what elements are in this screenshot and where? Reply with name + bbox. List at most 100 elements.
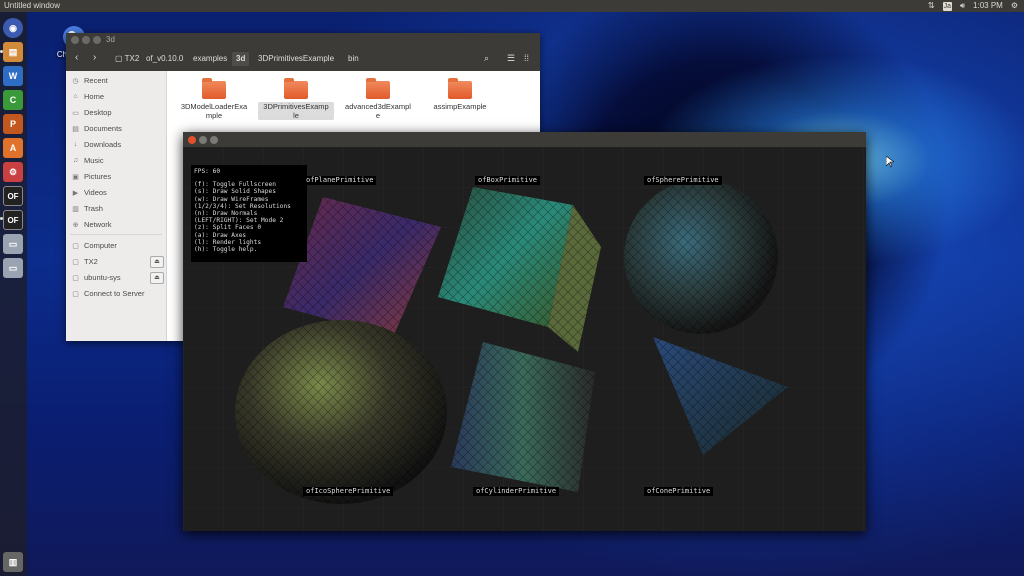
trash-icon[interactable]: ▥ (3, 552, 23, 572)
file-manager-toolbar: ‹ › ▢ TX2 of_v0.10.0 examples 3d 3DPrimi… (66, 47, 540, 71)
folder-icon (284, 78, 308, 99)
forward-arrow-icon[interactable]: › (93, 52, 96, 63)
sidebar-item-recent[interactable]: ◷ Recent (72, 76, 107, 85)
sidebar-item-trash[interactable]: ▥ Trash (72, 204, 103, 213)
volume-icon[interactable]: 🔊︎ (960, 0, 965, 12)
calc-icon[interactable]: C (3, 90, 23, 110)
downloads-icon: ↓ (73, 141, 78, 148)
sidebar-item-tx2[interactable]: ▢ TX2 (72, 257, 98, 266)
openframeworks-icon[interactable]: OF (3, 186, 23, 206)
sidebar-item-music[interactable]: ♫ Music (72, 156, 104, 165)
folder-icon (202, 78, 226, 99)
eject-icon[interactable]: ⏏ (150, 256, 164, 268)
gear-icon[interactable]: ⚙ (1011, 0, 1018, 12)
help-line: (l): Render lights (194, 238, 262, 246)
help-line: (n): Draw Normals (194, 210, 258, 218)
drive-icon: ▢ (72, 258, 79, 266)
sidebar-item-videos[interactable]: ▶ Videos (72, 188, 107, 197)
close-button[interactable] (71, 36, 79, 44)
folder-icon (366, 78, 390, 99)
help-overlay: FPS: 60 (f): Toggle Fullscreen (s): Draw… (191, 165, 307, 262)
server-icon: ▢ (72, 290, 79, 298)
network-icon: ⊕ (72, 221, 79, 229)
folder-item[interactable]: advanced3dExampl e (340, 77, 416, 120)
recent-icon: ◷ (72, 77, 79, 85)
breadcrumb-bin[interactable]: bin (346, 54, 361, 63)
folder-icon (448, 78, 472, 99)
minimize-button[interactable] (82, 36, 90, 44)
sidebar-item-documents[interactable]: ▤ Documents (72, 124, 122, 133)
sidebar-item-ubuntu-sys[interactable]: ▢ ubuntu-sys (72, 273, 121, 282)
writer-icon[interactable]: W (3, 66, 23, 86)
sidebar-item-desktop[interactable]: ▭ Desktop (72, 108, 111, 117)
help-line: (s): Draw Solid Shapes (194, 188, 276, 196)
network-icon[interactable]: ⇅ (928, 0, 935, 12)
breadcrumb-tx2[interactable]: ▢ TX2 (113, 54, 141, 63)
folder-item[interactable]: assimpExample (422, 77, 498, 111)
label-box-primitive: ofBoxPrimitive (475, 176, 541, 185)
running-indicator (0, 217, 3, 220)
back-arrow-icon[interactable]: ‹ (75, 52, 78, 63)
help-line: (a): Draw Axes (194, 231, 247, 239)
breadcrumb-examples[interactable]: examples (191, 54, 229, 63)
breadcrumb-of[interactable]: of_v0.10.0 (144, 54, 185, 63)
breadcrumb-3d[interactable]: 3d (232, 52, 250, 66)
sidebar-item-pictures[interactable]: ▣ Pictures (72, 172, 111, 181)
top-panel: Untitled window ⇅ Ja 🔊︎ 1:03 PM ⚙ (0, 0, 1024, 12)
drive-icon-2[interactable]: ▭ (3, 258, 23, 278)
settings-icon[interactable]: ⚙ (3, 162, 23, 182)
documents-icon: ▤ (72, 125, 79, 133)
close-button[interactable] (188, 136, 196, 144)
clock[interactable]: 1:03 PM (973, 0, 1003, 12)
sidebar-item-network[interactable]: ⊕ Network (72, 220, 112, 229)
folder-item-selected[interactable]: 3DPrimitivesExamp le (258, 77, 334, 120)
maximize-button[interactable] (93, 36, 101, 44)
search-icon[interactable]: ⌕ (484, 53, 489, 64)
minimize-button[interactable] (199, 136, 207, 144)
openframeworks-icon-2[interactable]: OF (3, 210, 23, 230)
home-icon: ⌂ (73, 93, 78, 100)
grid-view-icon[interactable]: ⁞⁞ (524, 53, 529, 63)
eject-icon[interactable]: ⏏ (150, 272, 164, 284)
impress-icon[interactable]: P (3, 114, 23, 134)
places-sidebar: ◷ Recent ⌂ Home ▭ Desktop ▤ Documents ↓ Downl… (66, 71, 167, 341)
sidebar-item-computer[interactable]: ▢ Computer (72, 241, 117, 250)
of-app-window: FPS: 60 (f): Toggle Fullscreen (s): Draw… (183, 132, 866, 531)
maximize-button[interactable] (210, 136, 218, 144)
label-cone-primitive: ofConePrimitive (644, 487, 714, 496)
software-center-icon[interactable]: A (3, 138, 23, 158)
sidebar-item-connect-server[interactable]: ▢ Connect to Server (72, 289, 144, 298)
breadcrumb-3dprimitives[interactable]: 3DPrimitivesExample (256, 54, 336, 63)
of-canvas[interactable]: FPS: 60 (f): Toggle Fullscreen (s): Draw… (183, 147, 866, 531)
help-line: (z): Split Faces 0 (194, 224, 262, 232)
list-view-icon[interactable]: ☰ (507, 53, 515, 64)
sphere-wireframe (624, 180, 778, 334)
label-plane-primitive: ofPlanePrimitive (303, 176, 377, 185)
file-manager-titlebar[interactable]: 3d (66, 33, 540, 47)
help-line: (h): Toggle help. (194, 246, 258, 254)
sidebar-item-downloads[interactable]: ↓ Downloads (72, 140, 121, 149)
file-manager-title: 3d (106, 35, 115, 44)
files-icon[interactable]: ▤ (3, 42, 23, 62)
music-icon: ♫ (72, 157, 79, 164)
pictures-icon: ▣ (72, 173, 79, 181)
window-title: Untitled window (4, 1, 61, 10)
of-titlebar[interactable] (183, 132, 866, 147)
running-indicator (0, 50, 3, 53)
videos-icon: ▶ (72, 189, 79, 197)
launcher: ◉ ▤ W C P A ⚙ OF OF ▭ ▭ ▥ (0, 12, 27, 576)
help-line: (1/2/3/4): Set Resolutions (194, 202, 291, 210)
folder-item[interactable]: 3DModelLoaderExa mple (176, 77, 252, 120)
icosphere-wireframe (235, 320, 447, 504)
computer-icon: ▢ (72, 242, 79, 250)
label-sphere-primitive: ofSpherePrimitive (644, 176, 722, 185)
indicator-area: ⇅ Ja 🔊︎ 1:03 PM ⚙ (928, 0, 1018, 12)
label-icosphere-primitive: ofIcoSpherePrimitive (303, 487, 394, 496)
sidebar-item-home[interactable]: ⌂ Home (72, 92, 104, 101)
keyboard-indicator[interactable]: Ja (942, 1, 952, 11)
help-line: (f): Toggle Fullscreen (194, 181, 276, 189)
drive-icon[interactable]: ▭ (3, 234, 23, 254)
drive-icon: ▢ (72, 274, 79, 282)
fps-readout: FPS: 60 (194, 168, 221, 175)
dash-icon[interactable]: ◉ (3, 18, 23, 38)
